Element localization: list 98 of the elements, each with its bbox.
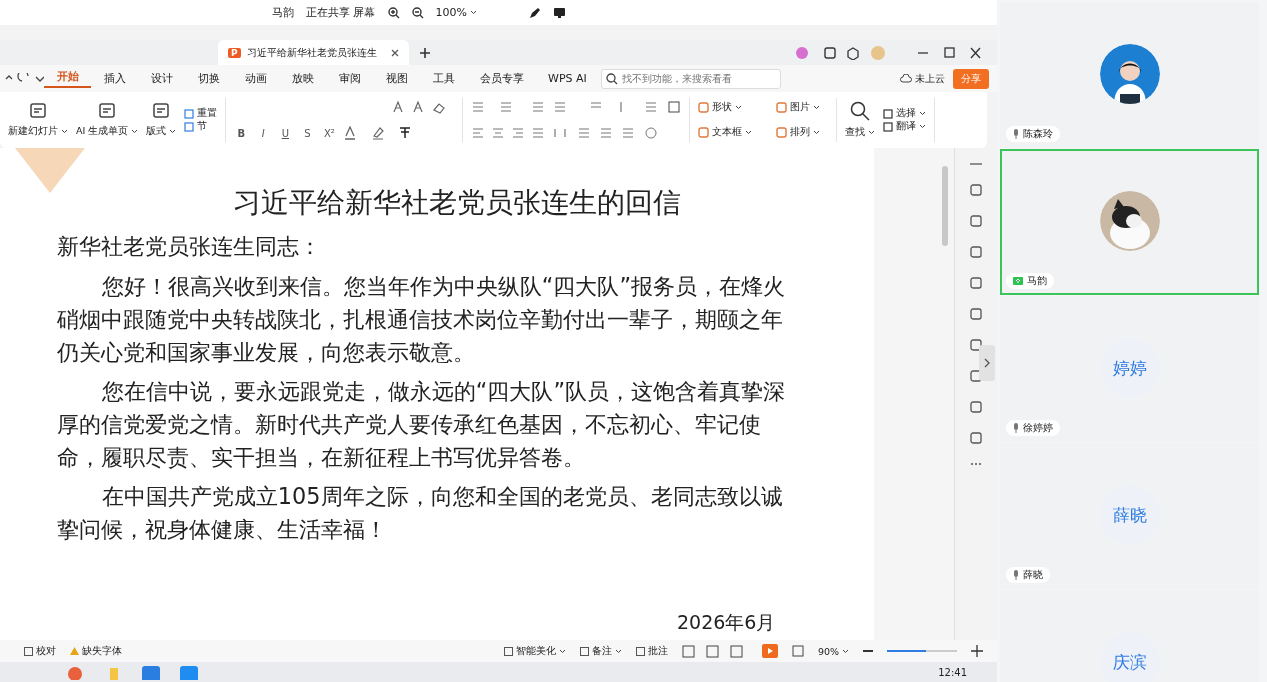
ribbon-tab[interactable]: 视图 [373,71,420,86]
letter-paragraph: 在中国共产党成立105周年之际，向您和全国的老党员、老同志致以诚挚问候，祝身体健康、生活幸福！ [57,482,784,544]
microphone-icon [1013,570,1019,580]
participant-name: 徐婷婷 [1006,420,1060,436]
document-title: 习近平给新华社老党员张连生 [246,45,377,60]
format-button[interactable]: U [278,127,293,139]
ribbon-button[interactable]: 新建幻灯片 [8,102,68,138]
caret-icon [745,130,753,135]
caret-icon [813,105,821,110]
caret-icon [61,129,68,134]
ribbon-tab[interactable]: 会员专享 [467,71,536,86]
caret-icon [735,105,743,110]
caret-icon [169,129,177,134]
ribbon-button[interactable]: AI 生成单页 [76,102,139,138]
slide-icon [29,102,47,120]
slide-title: 习近平给新华社老党员张连生的回信 [232,185,683,221]
taskbar-clock: 12:41 [938,666,967,678]
avatar-initials: 薛晓 [1099,485,1160,545]
screen-share-icon [1013,277,1023,285]
caret-icon [614,648,622,654]
caret-icon [469,10,477,15]
find-button[interactable]: 查找 [845,101,876,139]
microphone-icon [1013,129,1019,139]
zoom-level[interactable]: 90% [817,645,849,657]
ribbon-tab[interactable]: 设计 [138,71,185,86]
shape-icon [776,127,788,138]
letter-paragraph: 您好！很高兴收到来信。您当年作为中央纵队“四大队”报务员，在烽火硝烟中跟随党中央转战陕北，扎根通信技术岗位辛勤付出一辈子，期颐之年仍关心党和国家事业发展，向您表示敬意。 [57,272,786,367]
format-button[interactable]: S [300,127,315,139]
status-item[interactable]: 备注 [579,644,622,658]
slide-icon [98,102,117,120]
ribbon-button[interactable]: 翻译 [883,120,927,133]
zoom-in-icon[interactable] [387,6,400,19]
status-item[interactable]: 智能美化 [503,644,566,658]
ribbon-tab[interactable]: 插入 [91,71,138,86]
shape-icon [776,102,788,113]
participant-name: 陈森玲 [1006,126,1060,142]
slide-icon [152,102,171,120]
ribbon-tab[interactable]: 开始 [44,69,91,88]
status-icon [635,646,645,656]
avatar-initials: 婷婷 [1099,338,1160,398]
app-logo: P [228,47,241,58]
warning-icon [70,647,79,655]
ribbon-tab[interactable]: 审阅 [326,71,373,86]
ribbon-button[interactable]: 节 [184,120,218,133]
fit-icon[interactable] [791,645,804,657]
caret-icon [813,130,821,135]
ribbon-tab[interactable]: 工具 [420,71,467,86]
caret-icon [131,129,139,134]
ribbon-tab[interactable]: 切换 [185,71,232,86]
ribbon-button[interactable]: 版式 [146,102,177,138]
shape-icon [698,127,710,138]
paragraph-tools-icon[interactable] [471,100,682,114]
wps-ai-button[interactable]: WPS AI [548,72,587,85]
caret-icon [558,648,566,654]
ribbon-button[interactable]: 排列 [776,126,829,139]
status-item[interactable]: 缺失字体 [70,644,122,658]
status-icon [503,646,513,656]
scrollbar-thumb[interactable] [942,166,949,246]
zoom-dropdown[interactable]: 100% [435,6,477,19]
ribbon-button[interactable]: 重置 [184,107,218,120]
ribbon-button[interactable]: 图片 [776,101,829,114]
monitor-icon[interactable] [552,6,566,19]
add-tab-icon[interactable] [418,46,431,59]
zoom-in-icon[interactable] [971,645,983,657]
microphone-icon [1013,423,1019,433]
cloud-status[interactable]: 未上云 [900,71,945,86]
minimize-icon[interactable] [970,162,982,166]
participant-name: 马韵 [1006,273,1054,289]
document-tab[interactable]: P 习近平给新华社老党员张连生 [218,40,409,65]
play-button[interactable] [761,644,778,658]
format-button[interactable]: I [256,127,271,139]
caret-icon [868,130,876,135]
ribbon-button[interactable]: 形状 [698,101,761,114]
cloud-icon [900,74,912,83]
participant-name: 薛晓 [1006,567,1050,583]
pen-icon[interactable] [528,6,541,19]
ribbon-button[interactable]: 选择 [883,107,927,120]
format-button[interactable]: X² [322,127,337,139]
participant-tile[interactable]: 马韵 [1000,149,1259,295]
status-item[interactable]: 校对 [24,644,56,658]
format-button[interactable]: B [234,127,249,139]
letter-date: 2026年6月 [677,610,777,635]
ribbon-tab[interactable]: 放映 [279,71,326,86]
search-field[interactable]: 找不到功能，来搜索看看 [600,68,781,89]
status-icon [579,646,589,656]
shape-icon [698,102,710,113]
avatar-initials: 庆滨 [1099,632,1160,682]
status-item[interactable]: 批注 [635,644,668,658]
presenter-name: 马韵 [272,5,294,20]
ribbon-tab[interactable]: 动画 [232,71,279,86]
ribbon-button[interactable]: 文本框 [698,126,761,139]
share-status: 正在共享 屏幕 [306,5,376,20]
zoom-out-icon[interactable] [411,6,424,19]
caret-icon [842,648,849,654]
salutation-text: 新华社老党员张连生同志： [57,233,322,261]
letter-paragraph: 您在信中说，要永远跟党走，做永远的“四大队”队员，这饱含着真挚深厚的信党爱党之情。新时代共产党人要传承红色基因，不忘初心、牢记使命，履职尽责、实干担当，在新征程上书写优异答卷。 [57,377,786,472]
close-icon[interactable] [390,48,399,57]
more-icon[interactable] [970,462,982,466]
